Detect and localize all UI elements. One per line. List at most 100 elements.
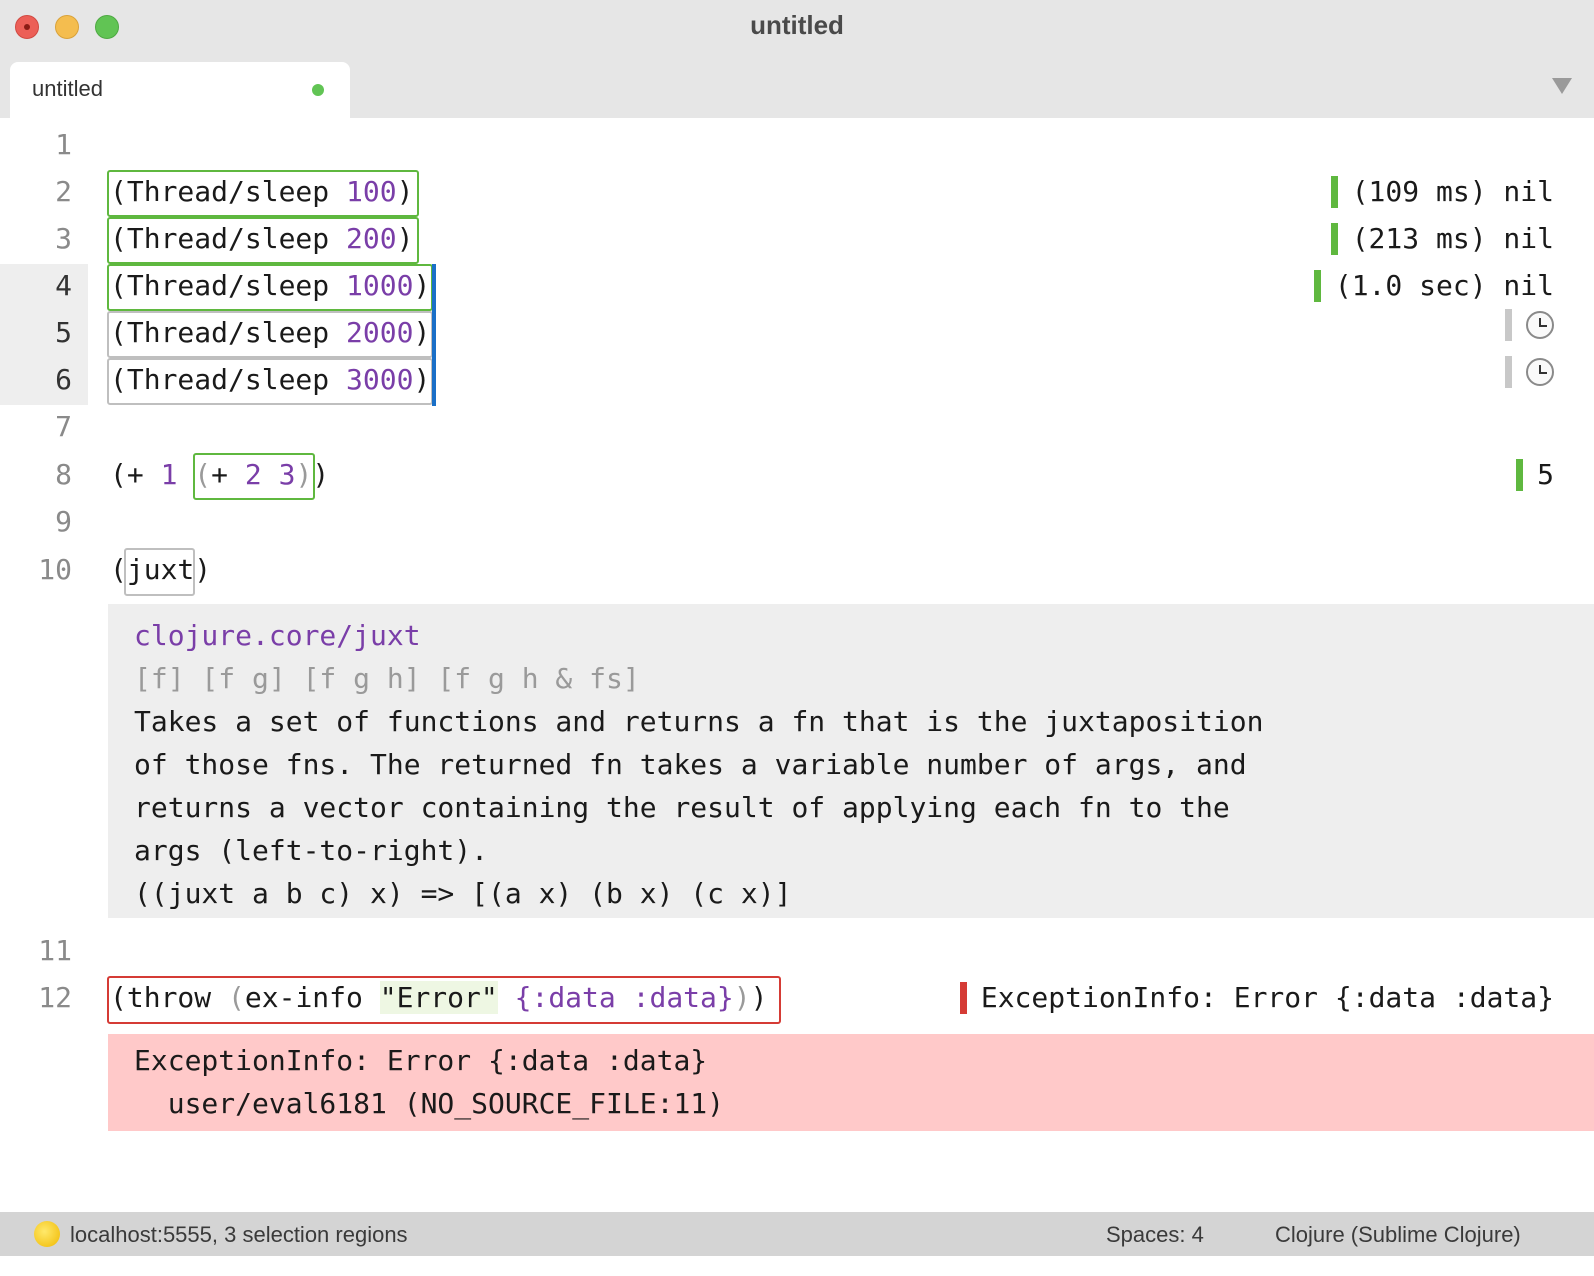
result-text: (109 ms) nil xyxy=(1351,175,1554,208)
result-text: 5 xyxy=(1537,458,1554,491)
result-text: (1.0 sec) nil xyxy=(1334,269,1554,302)
result-status-bar xyxy=(1505,309,1512,341)
inline-result-pending xyxy=(1505,356,1554,388)
indentation-setting[interactable]: Spaces: 4 xyxy=(1106,1222,1204,1248)
line-number: 5 xyxy=(55,316,72,349)
code-token: ) xyxy=(413,269,431,302)
number-literal: 2 xyxy=(244,458,262,491)
result-status-bar xyxy=(1516,458,1524,491)
doc-text-line: of those fns. The returned fn takes a va… xyxy=(134,748,1247,781)
code-token: ex-info xyxy=(244,981,380,1014)
line-number: 3 xyxy=(55,222,72,255)
doc-text-line: returns a vector containing the result o… xyxy=(134,791,1230,824)
doc-text-line: ((juxt a b c) x) => [(a x) (b x) (c x)] xyxy=(134,877,792,910)
line-number: 6 xyxy=(55,363,72,396)
code-token: (throw xyxy=(110,981,229,1014)
exception-panel: ExceptionInfo: Error {:data :data} user/… xyxy=(108,1034,1594,1131)
code-token: ( xyxy=(228,981,245,1014)
code-token: (Thread/sleep xyxy=(110,269,347,302)
unsaved-indicator-icon xyxy=(312,84,324,96)
code-line: (throw (ex-info "Error" {:data :data})) xyxy=(110,974,767,1021)
code-token: (Thread/sleep xyxy=(110,316,347,349)
code-token: ) xyxy=(194,553,212,586)
line-number: 1 xyxy=(55,128,72,161)
line-number: 4 xyxy=(55,269,72,302)
code-token: ) xyxy=(396,175,414,208)
status-connection-text: localhost:5555, 3 selection regions xyxy=(70,1222,408,1247)
number-literal: 2000 xyxy=(346,316,414,349)
number-literal: 1 xyxy=(160,458,178,491)
syntax-selector[interactable]: Clojure (Sublime Clojure) xyxy=(1275,1222,1521,1248)
title-bar: untitled untitled xyxy=(0,0,1594,118)
line-number: 9 xyxy=(55,505,72,538)
code-token: (Thread/sleep xyxy=(110,175,347,208)
result-status-bar xyxy=(1313,269,1321,302)
result-status-bar xyxy=(959,981,967,1014)
line-number: 7 xyxy=(55,410,72,443)
number-literal: 100 xyxy=(346,175,397,208)
inline-result: (109 ms) nil xyxy=(1330,168,1554,215)
number-literal: 1000 xyxy=(346,269,414,302)
line-number: 11 xyxy=(38,934,72,967)
number-literal: 3000 xyxy=(346,363,414,396)
status-bar: localhost:5555, 3 selection regions Spac… xyxy=(0,1212,1594,1256)
tab-menu-chevron-icon[interactable] xyxy=(1552,78,1572,94)
inline-result-pending xyxy=(1505,309,1554,341)
inline-result-error: ExceptionInfo: Error {:data :data} xyxy=(959,974,1554,1021)
doc-symbol-name: clojure.core/juxt xyxy=(134,619,421,652)
code-line: (Thread/sleep 100) xyxy=(110,168,413,215)
code-line: (Thread/sleep 3000) xyxy=(110,356,430,403)
code-token: + xyxy=(211,458,245,491)
stack-trace-line: user/eval6181 (NO_SOURCE_FILE:11) xyxy=(134,1087,725,1120)
code-token: ) xyxy=(733,981,751,1014)
window-title: untitled xyxy=(750,10,844,40)
keyword-literal: {:data :data} xyxy=(514,981,734,1014)
code-token: ) xyxy=(396,222,414,255)
string-literal: "Error" xyxy=(379,981,498,1014)
result-text: (213 ms) nil xyxy=(1351,222,1554,255)
line-number: 2 xyxy=(55,175,72,208)
line-number: 8 xyxy=(55,458,72,491)
code-token: ) xyxy=(413,363,431,396)
result-status-bar xyxy=(1330,175,1338,208)
text-cursor xyxy=(432,264,436,406)
code-token: ( xyxy=(194,458,212,491)
line-number: 10 xyxy=(38,553,72,586)
code-line: (juxt) xyxy=(110,546,211,593)
code-line: (Thread/sleep 200) xyxy=(110,215,413,262)
code-token: juxt xyxy=(126,553,195,586)
code-token: (Thread/sleep xyxy=(110,363,347,396)
editor-window: untitled untitled 1 2 3 4 5 6 7 8 9 10 1… xyxy=(0,0,1594,1276)
number-literal: 3 xyxy=(278,458,296,491)
clock-icon xyxy=(1526,311,1554,339)
code-token: ( xyxy=(110,553,127,586)
code-token: ) xyxy=(413,316,431,349)
tab-untitled[interactable]: untitled xyxy=(10,62,350,118)
clock-icon xyxy=(1526,358,1554,386)
code-token: ) xyxy=(750,981,768,1014)
inline-result: (1.0 sec) nil xyxy=(1313,262,1554,309)
doc-arglists: [f] [f g] [f g h] [f g h & fs] xyxy=(134,662,640,695)
result-text: ExceptionInfo: Error {:data :data} xyxy=(980,981,1554,1014)
repl-connection-icon xyxy=(34,1221,60,1247)
result-status-bar xyxy=(1330,222,1338,255)
inline-result: 5 xyxy=(1516,451,1554,498)
exception-message: ExceptionInfo: Error {:data :data} xyxy=(134,1044,708,1077)
code-line: (Thread/sleep 1000) xyxy=(110,262,430,309)
code-line: (+ 1 (+ 2 3)) xyxy=(110,451,329,498)
number-literal: 200 xyxy=(346,222,397,255)
result-status-bar xyxy=(1505,356,1512,388)
code-line: (Thread/sleep 2000) xyxy=(110,309,430,356)
code-token: ) xyxy=(295,458,313,491)
code-token: (+ xyxy=(110,458,161,491)
code-token: (Thread/sleep xyxy=(110,222,347,255)
tab-label: untitled xyxy=(32,76,103,101)
code-token: ) xyxy=(312,458,330,491)
line-number: 12 xyxy=(38,981,72,1014)
doc-text-line: Takes a set of functions and returns a f… xyxy=(134,705,1264,738)
inline-result: (213 ms) nil xyxy=(1330,215,1554,262)
documentation-panel: clojure.core/juxt [f] [f g] [f g h] [f g… xyxy=(108,604,1594,918)
